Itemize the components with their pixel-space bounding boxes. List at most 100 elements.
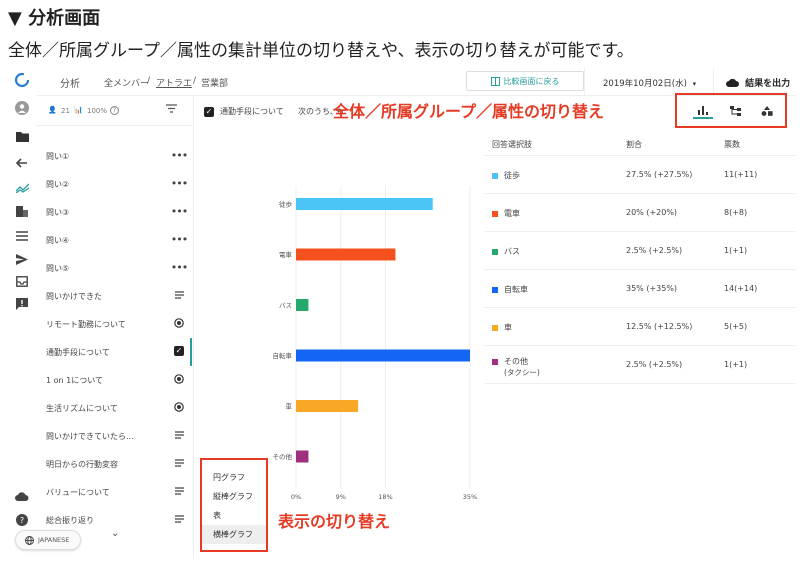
choice-name: 自転車 xyxy=(504,285,528,294)
question-list-panel: 👤 21 📊 100% ? 問い① ••• 問い② ••• 問い③ ••• 問い④ ••• 問い… xyxy=(36,96,194,558)
question-label: 総合振り返り xyxy=(46,516,94,525)
question-list-item[interactable]: 問いかけできた xyxy=(36,282,192,310)
attribute-view-toggle[interactable] xyxy=(757,103,777,119)
breadcrumb-org[interactable]: アトラエ xyxy=(156,76,192,89)
question-list-item[interactable]: 1 on 1について xyxy=(36,366,192,394)
display-option[interactable]: 表 xyxy=(202,506,266,525)
y-tick-label: 車 xyxy=(286,402,293,411)
date-value: 2019年10月02日(水) xyxy=(603,79,687,89)
bar xyxy=(296,450,309,463)
question-list-item[interactable]: 明日からの行動変容 xyxy=(36,450,192,478)
y-tick-label: 徒歩 xyxy=(279,200,293,209)
shapes-icon xyxy=(761,106,773,116)
more-icon[interactable]: ••• xyxy=(171,205,188,218)
user-avatar-icon[interactable] xyxy=(10,98,34,118)
compare-back-button[interactable]: 比較画面に戻る xyxy=(466,71,584,91)
text-icon xyxy=(173,457,185,469)
more-icon[interactable]: ••• xyxy=(171,233,188,246)
question-label: 問い④ xyxy=(46,236,70,245)
toggle-annotation: 全体／所属グループ／属性の切り替え xyxy=(333,102,605,121)
compare-back-label: 比較画面に戻る xyxy=(503,76,560,86)
column-header: 割合 xyxy=(626,140,642,149)
ratio-cell: 35% (+35%) xyxy=(626,284,678,293)
votes-cell: 14(+14) xyxy=(724,284,758,293)
help-icon[interactable]: ? xyxy=(10,510,34,530)
question-list-item[interactable]: 問い② ••• xyxy=(36,170,192,198)
analytics-icon[interactable] xyxy=(10,178,34,198)
cloud-upload-icon[interactable] xyxy=(10,486,34,506)
y-tick-label: 自転車 xyxy=(273,351,293,360)
question-list-item[interactable]: バリューについて xyxy=(36,478,192,506)
feedback-icon[interactable] xyxy=(10,294,34,314)
table-body: 徒歩 27.5% (+27.5%) 11(+11) 電車 20% (+20%) 8(+8)… xyxy=(484,156,796,384)
color-swatch xyxy=(492,172,498,179)
color-swatch xyxy=(492,324,498,331)
question-list-item[interactable]: 問いかけできていたら... xyxy=(36,422,192,450)
question-label: 明日からの行動変容 xyxy=(46,460,118,469)
send-icon[interactable] xyxy=(10,249,34,269)
page-title: 分析 xyxy=(60,79,80,90)
question-list-item[interactable]: リモート勤務について xyxy=(36,310,192,338)
question-label: 通勤手段について xyxy=(46,348,110,357)
folder-icon[interactable] xyxy=(10,126,34,146)
x-tick-label: 35% xyxy=(463,493,477,501)
display-option[interactable]: 円グラフ xyxy=(202,468,266,487)
expand-chevron-icon[interactable]: ⌄ xyxy=(111,528,119,539)
text-icon xyxy=(173,485,185,497)
question-list-item[interactable]: 通勤手段について ✓ xyxy=(36,338,192,366)
export-button[interactable]: 結果を出力 xyxy=(726,76,790,90)
group-view-toggle[interactable] xyxy=(725,103,745,119)
building-icon[interactable] xyxy=(10,201,34,221)
breadcrumb-separator: / xyxy=(147,76,151,86)
ratio-cell: 12.5% (+12.5%) xyxy=(626,322,693,331)
more-icon[interactable]: ••• xyxy=(171,261,188,274)
question-label: 問い② xyxy=(46,180,70,189)
aggregation-toggle-group xyxy=(675,93,787,128)
question-list-item[interactable]: 問い⑤ ••• xyxy=(36,254,192,282)
radio-icon xyxy=(173,317,185,329)
inbox-icon[interactable] xyxy=(10,271,34,291)
list-icon[interactable] xyxy=(10,226,34,246)
overall-view-toggle[interactable] xyxy=(693,103,713,119)
votes-cell: 1(+1) xyxy=(724,360,748,369)
help-icon[interactable]: ? xyxy=(110,106,119,115)
breadcrumb-all-members[interactable]: 全メンバー xyxy=(104,76,149,89)
question-list-item[interactable]: 生活リズムについて xyxy=(36,394,192,422)
question-list-header: 👤 21 📊 100% ? xyxy=(36,96,193,126)
bar xyxy=(296,349,470,362)
display-type-menu: 円グラフ 縦棒グラフ表横棒グラフ xyxy=(200,458,268,552)
table-row: 自転車 35% (+35%) 14(+14) xyxy=(484,270,796,308)
cloud-download-icon xyxy=(726,78,739,90)
choice-cell: バス xyxy=(492,246,520,257)
question-list-item[interactable]: 問い③ ••• xyxy=(36,198,192,226)
table-header: 回答選択肢 割合 票数 xyxy=(484,130,796,156)
question-list-item[interactable]: 問い④ ••• xyxy=(36,226,192,254)
votes-cell: 11(+11) xyxy=(724,170,758,179)
display-option[interactable]: 縦棒グラフ xyxy=(202,487,266,506)
language-selector[interactable]: JAPANESE xyxy=(15,530,81,550)
back-arrow-icon[interactable] xyxy=(10,153,34,173)
globe-icon xyxy=(25,535,34,545)
choice-name: 徒歩 xyxy=(504,171,520,180)
more-icon[interactable]: ••• xyxy=(171,149,188,162)
filter-icon[interactable] xyxy=(166,104,177,115)
x-tick-label: 9% xyxy=(336,493,346,501)
color-swatch xyxy=(492,286,498,293)
table-row: 車 12.5% (+12.5%) 5(+5) xyxy=(484,308,796,346)
choice-cell: 電車 xyxy=(492,208,520,219)
display-option[interactable]: 横棒グラフ xyxy=(202,525,266,544)
date-selector[interactable]: 2019年10月02日(水) ▾ xyxy=(584,68,714,95)
y-tick-label: 電車 xyxy=(279,250,293,259)
text-icon xyxy=(173,289,185,301)
radio-icon xyxy=(173,373,185,385)
ratio-cell: 20% (+20%) xyxy=(626,208,678,217)
question-label: リモート勤務について xyxy=(46,320,126,329)
more-icon[interactable]: ••• xyxy=(171,177,188,190)
color-swatch xyxy=(492,358,498,365)
choice-name: その他 xyxy=(504,357,528,366)
app-logo-icon[interactable] xyxy=(10,70,34,90)
color-swatch xyxy=(492,248,498,255)
svg-text:?: ? xyxy=(20,516,24,525)
question-list-item[interactable]: 問い① ••• xyxy=(36,142,192,170)
text-icon xyxy=(173,513,185,525)
